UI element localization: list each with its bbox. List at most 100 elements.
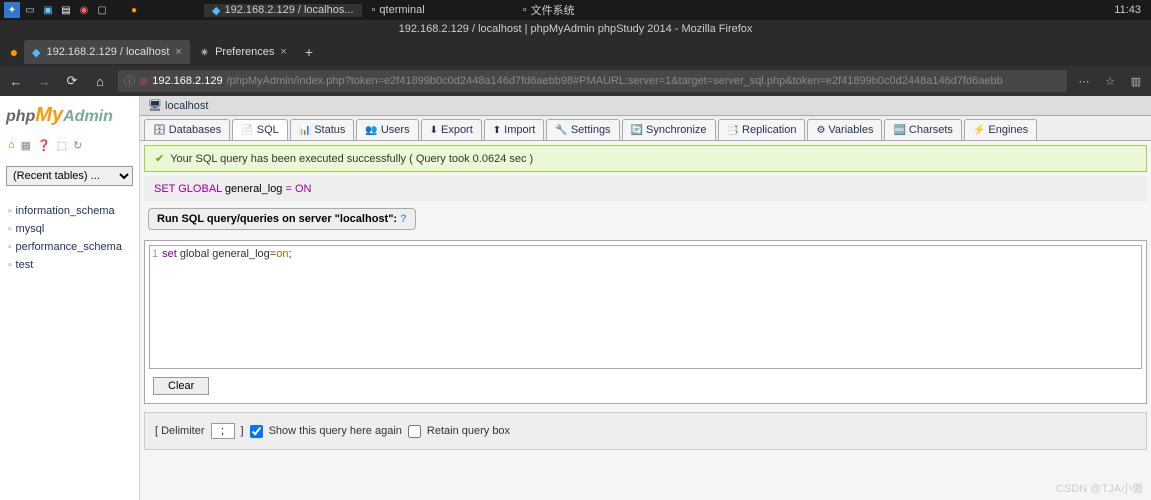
taskbar-left: ✦ ▭ ▣ ▤ ◉ ▢ ● ◆192.168.2.129 / localhos.… — [4, 2, 583, 18]
clock: 11:43 — [1114, 4, 1147, 16]
tab-settings[interactable]: 🔧Settings — [546, 119, 619, 140]
recent-tables-select[interactable]: (Recent tables) ... — [6, 166, 133, 186]
more-icon[interactable]: ⋯ — [1075, 75, 1093, 88]
tab-databases[interactable]: 🗄Databases — [144, 119, 230, 140]
sync-icon: 🔄 — [631, 125, 643, 136]
tab-synchronize[interactable]: 🔄Synchronize — [622, 119, 716, 140]
tab-export[interactable]: ⬇Export — [421, 119, 482, 140]
main-tabs: 🗄Databases 📄SQL 📊Status 👥Users ⬇Export ⬆… — [140, 116, 1151, 141]
sql-icon: 📄 — [241, 125, 253, 136]
panel-title: Run SQL query/queries on server "localho… — [148, 208, 416, 230]
tab-label: Preferences — [215, 46, 274, 58]
phpmyadmin-logo: phpMyAdmin — [6, 100, 133, 135]
engine-icon: ⚡ — [973, 125, 985, 136]
db-icon: ▫ — [8, 242, 12, 253]
delimiter-input[interactable] — [211, 423, 235, 439]
bookmark-icon[interactable]: ☆ — [1101, 75, 1119, 88]
reload-icon[interactable]: ↻ — [73, 139, 82, 152]
tab-replication[interactable]: 📑Replication — [718, 119, 806, 140]
close-icon[interactable]: × — [175, 46, 181, 58]
pma-sidebar: phpMyAdmin ⌂ ▦ ❓ ⬚ ↻ (Recent tables) ...… — [0, 96, 140, 500]
check-icon: ✔ — [155, 152, 164, 165]
home-button[interactable]: ⌂ — [90, 71, 110, 91]
window-title: 192.168.2.129 / localhost | phpMyAdmin p… — [0, 20, 1151, 38]
pma-main: 🖥 localhost 🗄Databases 📄SQL 📊Status 👥Use… — [140, 96, 1151, 500]
library-icon[interactable]: ▥ — [1127, 75, 1145, 88]
server-icon: 🖥 — [148, 100, 162, 112]
db-icon: ▫ — [8, 260, 12, 271]
page-icon: ◆ — [32, 46, 40, 59]
db-icon: ▫ — [8, 206, 12, 217]
forward-button[interactable]: → — [34, 71, 54, 91]
retain-checkbox[interactable] — [408, 425, 421, 438]
files-icon[interactable]: ▣ — [40, 2, 56, 18]
show-again-label: Show this query here again — [269, 425, 402, 437]
show-again-checkbox[interactable] — [250, 425, 263, 438]
task-terminal[interactable]: ▫qterminal — [364, 4, 433, 16]
ff-task-icon[interactable]: ● — [126, 2, 142, 18]
task-firefox[interactable]: ◆192.168.2.129 / localhos... — [204, 4, 362, 17]
success-text: Your SQL query has been executed success… — [170, 153, 533, 165]
vars-icon: ⚙ — [816, 125, 825, 136]
lock-icon: ⊘ — [139, 75, 148, 88]
db-item[interactable]: ▫mysql — [6, 220, 133, 238]
query-panel: Run SQL query/queries on server "localho… — [140, 215, 1151, 404]
delim-label-r: ] — [241, 425, 244, 437]
users-icon: 👥 — [365, 125, 377, 136]
address-bar: ← → ⟳ ⌂ ⓘ ⊘ 192.168.2.129/phpMyAdmin/ind… — [0, 66, 1151, 96]
import-icon: ⬆ — [493, 125, 501, 136]
query-options: [ Delimiter ] Show this query here again… — [144, 412, 1147, 450]
home-icon[interactable]: ⌂ — [8, 139, 15, 152]
replication-icon: 📑 — [727, 125, 739, 136]
gear-icon: ✷ — [200, 46, 209, 59]
tab-users[interactable]: 👥Users — [356, 119, 418, 140]
query-icon[interactable]: ⬚ — [57, 139, 67, 152]
sidebar-toolbar: ⌂ ▦ ❓ ⬚ ↻ — [6, 135, 133, 156]
delim-label: [ Delimiter — [155, 425, 205, 437]
close-icon[interactable]: × — [280, 46, 286, 58]
wrench-icon: 🔧 — [555, 125, 567, 136]
url-path: /phpMyAdmin/index.php?token=e2f41899b0c0… — [227, 75, 1003, 87]
apps-menu-icon[interactable]: ✦ — [4, 2, 20, 18]
retain-label: Retain query box — [427, 425, 510, 437]
sql-icon[interactable]: ▦ — [21, 139, 31, 152]
url-host: 192.168.2.129 — [152, 75, 222, 87]
text-icon[interactable]: ▤ — [58, 2, 74, 18]
new-tab-button[interactable]: + — [297, 44, 321, 60]
browser-tab-1[interactable]: ◆ 192.168.2.129 / localhost × — [24, 40, 190, 64]
export-icon: ⬇ — [430, 125, 438, 136]
docs-icon[interactable]: ❓ — [37, 139, 51, 152]
url-input[interactable]: ⓘ ⊘ 192.168.2.129/phpMyAdmin/index.php?t… — [118, 70, 1067, 92]
tab-import[interactable]: ⬆Import — [484, 119, 545, 140]
task-files[interactable]: ▫文件系统 — [515, 2, 583, 18]
show-desktop-icon[interactable]: ▭ — [22, 2, 38, 18]
browser-tab-2[interactable]: ✷ Preferences × — [192, 40, 295, 64]
os-taskbar: ✦ ▭ ▣ ▤ ◉ ▢ ● ◆192.168.2.129 / localhos.… — [0, 0, 1151, 20]
sql-editor[interactable]: 1set global general_log=on; — [149, 245, 1142, 369]
page-content: phpMyAdmin ⌂ ▦ ❓ ⬚ ↻ (Recent tables) ...… — [0, 96, 1151, 500]
breadcrumb[interactable]: 🖥 localhost — [140, 96, 1151, 116]
help-icon[interactable]: ? — [400, 213, 407, 225]
tab-sql[interactable]: 📄SQL — [232, 119, 287, 140]
db-item[interactable]: ▫information_schema — [6, 202, 133, 220]
firefox-icon: ● — [4, 44, 24, 60]
tab-variables[interactable]: ⚙Variables — [807, 119, 882, 140]
clear-button[interactable]: Clear — [153, 377, 209, 395]
success-message: ✔ Your SQL query has been executed succe… — [144, 145, 1147, 172]
charset-icon: 🔤 — [893, 125, 905, 136]
terminal-icon[interactable]: ▢ — [94, 2, 110, 18]
db-icon: ▫ — [8, 224, 12, 235]
tab-charsets[interactable]: 🔤Charsets — [884, 119, 961, 140]
tab-engines[interactable]: ⚡Engines — [964, 119, 1037, 140]
back-button[interactable]: ← — [6, 71, 26, 91]
database-list: ▫information_schema ▫mysql ▫performance_… — [6, 202, 133, 274]
browser-tabbar: ● ◆ 192.168.2.129 / localhost × ✷ Prefer… — [0, 38, 1151, 66]
db-item[interactable]: ▫test — [6, 256, 133, 274]
reload-button[interactable]: ⟳ — [62, 71, 82, 91]
globe-icon[interactable]: ◉ — [76, 2, 92, 18]
db-item[interactable]: ▫performance_schema — [6, 238, 133, 256]
info-icon[interactable]: ⓘ — [124, 73, 135, 89]
tab-status[interactable]: 📊Status — [290, 119, 355, 140]
status-icon: 📊 — [299, 125, 311, 136]
executed-sql: SET GLOBAL general_log = ON — [144, 176, 1147, 201]
